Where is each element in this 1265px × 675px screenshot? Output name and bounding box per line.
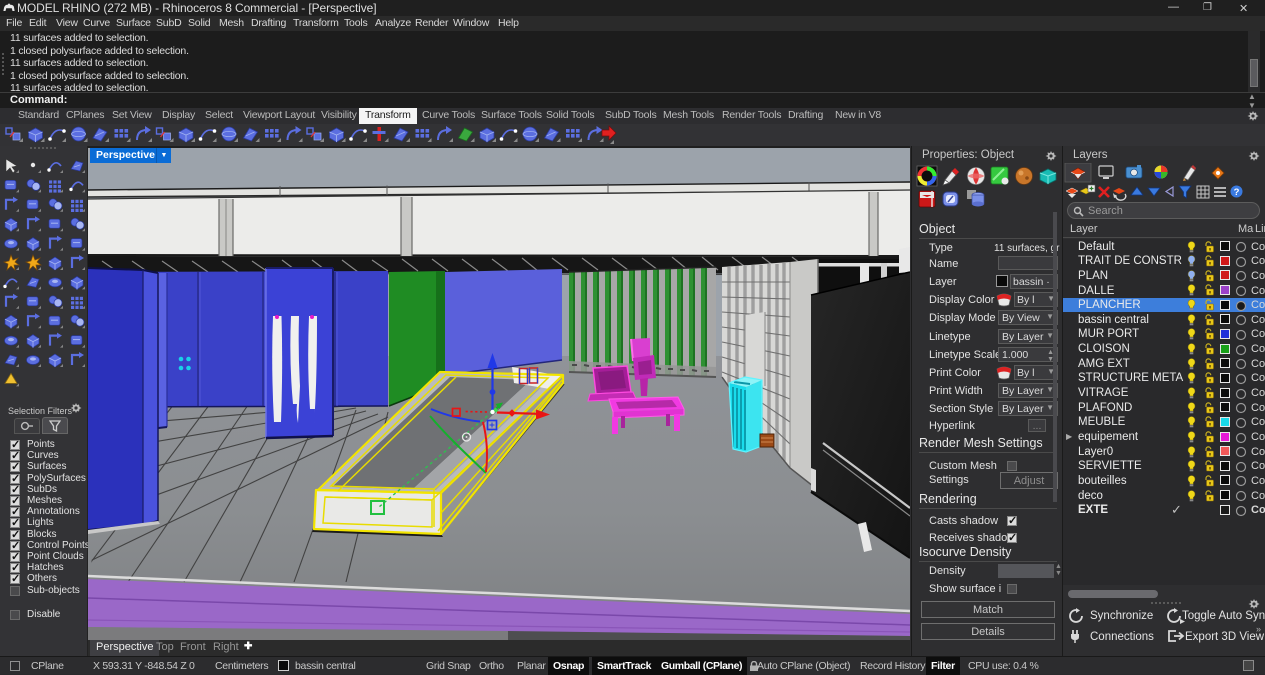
svg-text:?: ?: [1234, 187, 1240, 198]
